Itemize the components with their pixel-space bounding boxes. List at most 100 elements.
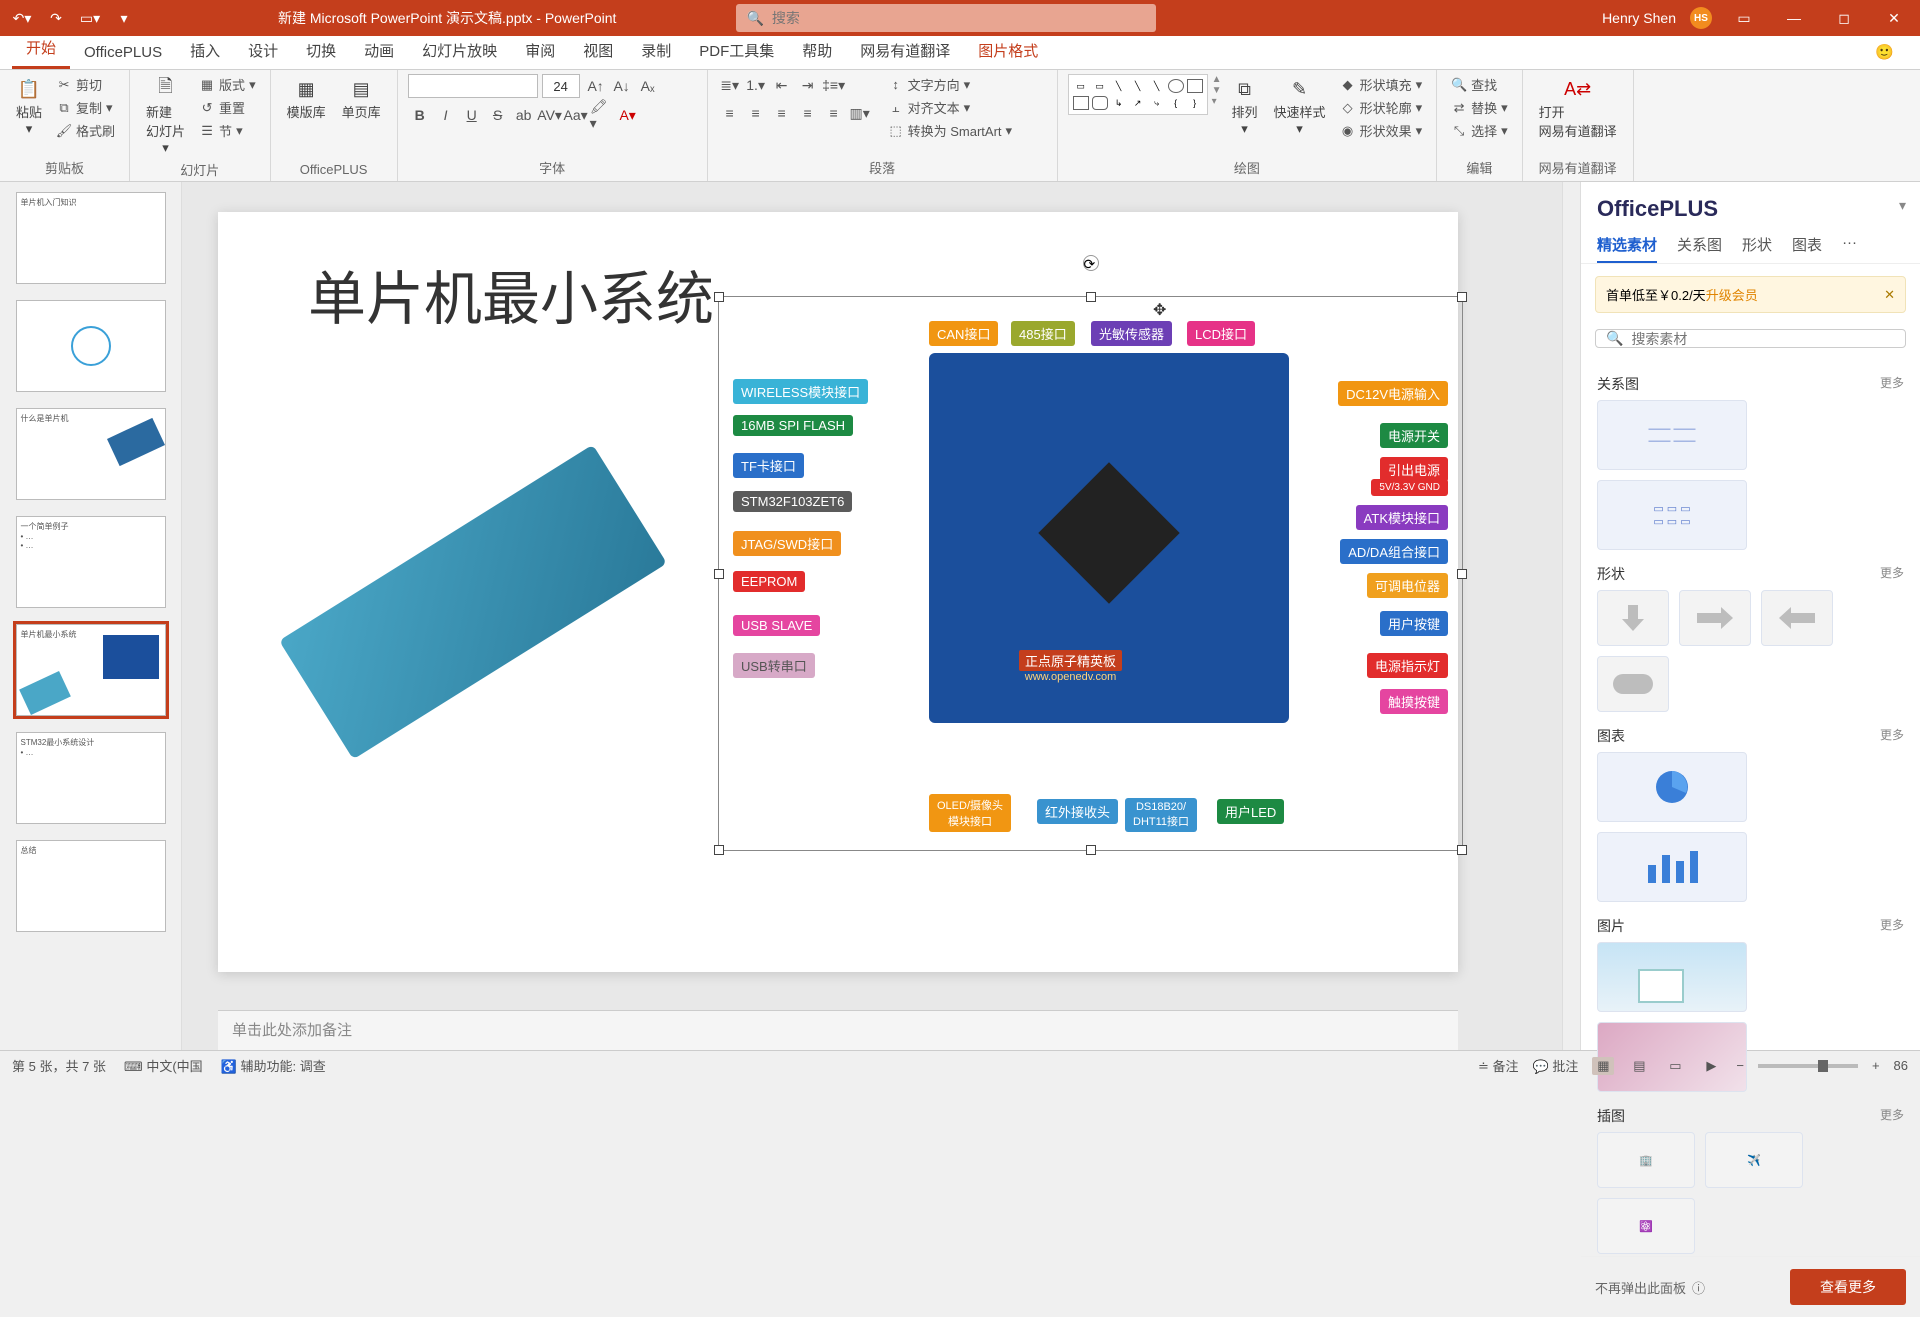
tab-animation[interactable]: 动画 (350, 32, 408, 69)
user-name[interactable]: Henry Shen (1602, 10, 1676, 26)
linespacing-button[interactable]: ‡≡▾ (822, 74, 846, 96)
open-youdao-button[interactable]: A⇄打开 网易有道翻译 (1533, 74, 1623, 142)
new-slide-button[interactable]: 🗎新建 幻灯片▾ (140, 74, 191, 158)
numbering-button[interactable]: 1.▾ (744, 74, 768, 96)
zoom-value[interactable]: 86 (1894, 1058, 1908, 1073)
bullets-button[interactable]: ≣▾ (718, 74, 742, 96)
thumbnail-6[interactable]: STM32最小系统设计• … (16, 732, 166, 824)
strike-button[interactable]: S (486, 104, 510, 126)
side-tab-more[interactable]: ··· (1842, 228, 1857, 263)
undo-button[interactable]: ↶▾ (8, 4, 36, 32)
close-button[interactable]: ✕ (1876, 4, 1912, 32)
arrange-button[interactable]: ⧉排列▾ (1226, 74, 1264, 139)
diagram-item-1[interactable]: —— ———— —— (1597, 400, 1747, 470)
thumbnail-3[interactable]: 什么是单片机 (16, 408, 166, 500)
justify-button[interactable]: ≡ (796, 102, 820, 124)
cat-shape-more[interactable]: 更多 (1880, 564, 1904, 584)
present-from-start-button[interactable]: ▭▾ (76, 4, 104, 32)
thumbnail-2[interactable] (16, 300, 166, 392)
tab-design[interactable]: 设计 (234, 32, 292, 69)
tab-insert[interactable]: 插入 (176, 32, 234, 69)
section-button[interactable]: ☰节▾ (195, 120, 260, 141)
increase-font-button[interactable]: A↑ (584, 75, 608, 97)
tab-help[interactable]: 帮助 (788, 32, 846, 69)
select-button[interactable]: ⤡选择▾ (1447, 120, 1512, 141)
italic-button[interactable]: I (434, 104, 458, 126)
gallery-scroll-up[interactable]: ▲ (1212, 74, 1222, 85)
inc-indent-button[interactable]: ⇥ (796, 74, 820, 96)
template-lib-button[interactable]: ▦模版库 (281, 74, 332, 123)
redo-button[interactable]: ↷ (42, 4, 70, 32)
reading-view-button[interactable]: ▭ (1664, 1057, 1686, 1075)
slideshow-view-button[interactable]: ▶ (1700, 1057, 1722, 1075)
image-item-1[interactable] (1597, 942, 1747, 1012)
copy-button[interactable]: ⧉复制▾ (52, 97, 119, 118)
sorter-view-button[interactable]: ▤ (1628, 1057, 1650, 1075)
side-dropdown-button[interactable]: ▾ (1899, 197, 1906, 214)
tab-youdao[interactable]: 网易有道翻译 (846, 32, 964, 69)
side-search-box[interactable]: 🔍 (1595, 329, 1906, 348)
single-lib-button[interactable]: ▤单页库 (336, 74, 387, 123)
minimize-button[interactable]: — (1776, 4, 1812, 32)
tab-picture-format[interactable]: 图片格式 (964, 32, 1052, 69)
fontcolor-button[interactable]: A▾ (616, 104, 640, 126)
side-search-input[interactable] (1631, 331, 1895, 347)
shape-outline-button[interactable]: ◇形状轮廓▾ (1336, 97, 1427, 118)
shape-fill-button[interactable]: ◆形状填充▾ (1336, 74, 1427, 95)
slide-title-text[interactable]: 单片机最小系统 (308, 252, 714, 336)
promo-close-icon[interactable]: ✕ (1884, 287, 1895, 303)
side-tab-shape[interactable]: 形状 (1742, 228, 1772, 263)
zoom-slider[interactable] (1758, 1064, 1858, 1068)
columns-button[interactable]: ▥▾ (848, 102, 872, 124)
tab-view[interactable]: 视图 (569, 32, 627, 69)
font-size-combo[interactable] (542, 74, 580, 98)
small-board-image[interactable] (268, 412, 678, 792)
case-button[interactable]: Aa▾ (564, 104, 588, 126)
paste-button[interactable]: 📋粘贴▾ (10, 74, 48, 139)
tab-start[interactable]: 开始 (12, 29, 70, 69)
cut-button[interactable]: ✂剪切 (52, 74, 119, 95)
thumbnail-7[interactable]: 总结 (16, 840, 166, 932)
promo-banner[interactable]: 首单低至￥0.2/天升级会员 ✕ (1595, 276, 1906, 313)
cat-diagram-more[interactable]: 更多 (1880, 374, 1904, 394)
layout-button[interactable]: ▦版式▾ (195, 74, 260, 95)
clear-format-button[interactable]: Aₓ (636, 75, 660, 97)
normal-view-button[interactable]: ▦ (1592, 1057, 1614, 1075)
thumbnail-5[interactable]: 单片机最小系统 (16, 624, 166, 716)
underline-button[interactable]: U (460, 104, 484, 126)
illust-item-1[interactable]: 🏢 (1597, 1132, 1695, 1188)
align-left-button[interactable]: ≡ (718, 102, 742, 124)
slide-counter[interactable]: 第 5 张，共 7 张 (12, 1056, 106, 1075)
illust-item-2[interactable]: ✈️ (1705, 1132, 1803, 1188)
strikethrough-alt-button[interactable]: ab (512, 104, 536, 126)
chart-item-pie[interactable] (1597, 752, 1747, 822)
collapse-ribbon-button[interactable]: 🙂 (1861, 35, 1908, 69)
dec-indent-button[interactable]: ⇤ (770, 74, 794, 96)
tab-slideshow[interactable]: 幻灯片放映 (408, 32, 511, 69)
tab-pdftool[interactable]: PDF工具集 (685, 32, 788, 69)
diagram-item-2[interactable]: ▭ ▭ ▭▭ ▭ ▭ (1597, 480, 1747, 550)
tab-transition[interactable]: 切换 (292, 32, 350, 69)
gallery-scroll-down[interactable]: ▼ (1212, 85, 1222, 96)
editor-vscrollbar[interactable] (1562, 182, 1580, 1050)
search-box[interactable]: 🔍 (736, 4, 1156, 32)
convert-smartart-button[interactable]: ⬚转换为 SmartArt▾ (884, 120, 1016, 141)
tab-review[interactable]: 审阅 (511, 32, 569, 69)
distribute-button[interactable]: ≡ (822, 102, 846, 124)
notes-pane[interactable]: 单击此处添加备注 (218, 1010, 1458, 1050)
quickstyles-button[interactable]: ✎快速样式▾ (1268, 74, 1332, 139)
lang-indicator[interactable]: ⌨ 中文(中国 (124, 1056, 203, 1075)
align-right-button[interactable]: ≡ (770, 102, 794, 124)
shape-gallery[interactable]: ▭▭╲╲╲ ↳↗⤷{} (1068, 74, 1208, 115)
tab-officeplus[interactable]: OfficePLUS (70, 36, 176, 69)
rotate-handle[interactable]: ⟳ (1083, 255, 1099, 271)
find-button[interactable]: 🔍查找 (1447, 74, 1512, 95)
cat-image-more[interactable]: 更多 (1880, 916, 1904, 936)
shape-right-arrow[interactable] (1679, 590, 1751, 646)
qat-customize-button[interactable]: ▾ (110, 4, 138, 32)
shape-effects-button[interactable]: ◉形状效果▾ (1336, 120, 1427, 141)
comments-toggle[interactable]: 💬 批注 (1533, 1056, 1579, 1075)
maximize-button[interactable]: ◻ (1826, 4, 1862, 32)
zoom-in-button[interactable]: + (1872, 1058, 1880, 1073)
search-input[interactable] (772, 10, 1147, 26)
